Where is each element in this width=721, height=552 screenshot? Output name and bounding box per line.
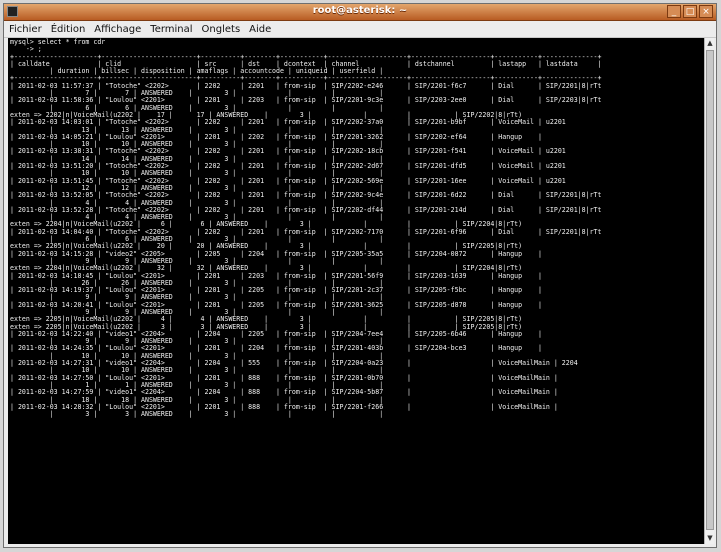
scroll-up-arrow-icon[interactable]: ▲	[706, 39, 714, 48]
terminal-output[interactable]: mysql> select * from cdr -> ; +----------…	[8, 38, 704, 544]
terminal-line: | 3 | 3 | ANSWERED | 3 | | | |	[10, 410, 384, 419]
menu-edition[interactable]: Édition	[51, 24, 86, 35]
minimize-button[interactable]: _	[667, 5, 681, 18]
menu-terminal[interactable]: Terminal	[150, 24, 192, 35]
scroll-thumb[interactable]	[706, 50, 714, 530]
scroll-down-arrow-icon[interactable]: ▼	[706, 534, 714, 543]
menu-aide[interactable]: Aide	[249, 24, 271, 35]
menu-affichage[interactable]: Affichage	[94, 24, 141, 35]
menu-bar: Fichier Édition Affichage Terminal Ongle…	[4, 21, 716, 38]
maximize-button[interactable]: □	[683, 5, 697, 18]
window-title: root@asterisk: ~	[312, 5, 408, 16]
window-controls: _ □ ×	[667, 5, 713, 18]
menu-fichier[interactable]: Fichier	[9, 24, 42, 35]
title-bar[interactable]: root@asterisk: ~ _ □ ×	[4, 4, 716, 21]
terminal-line: mysql> select * from cdr	[10, 38, 106, 46]
close-button[interactable]: ×	[699, 5, 713, 18]
vertical-scrollbar[interactable]: ▲ ▼	[704, 38, 714, 544]
terminal-window: root@asterisk: ~ _ □ × Fichier Édition A…	[3, 3, 717, 548]
menu-onglets[interactable]: Onglets	[202, 24, 241, 35]
